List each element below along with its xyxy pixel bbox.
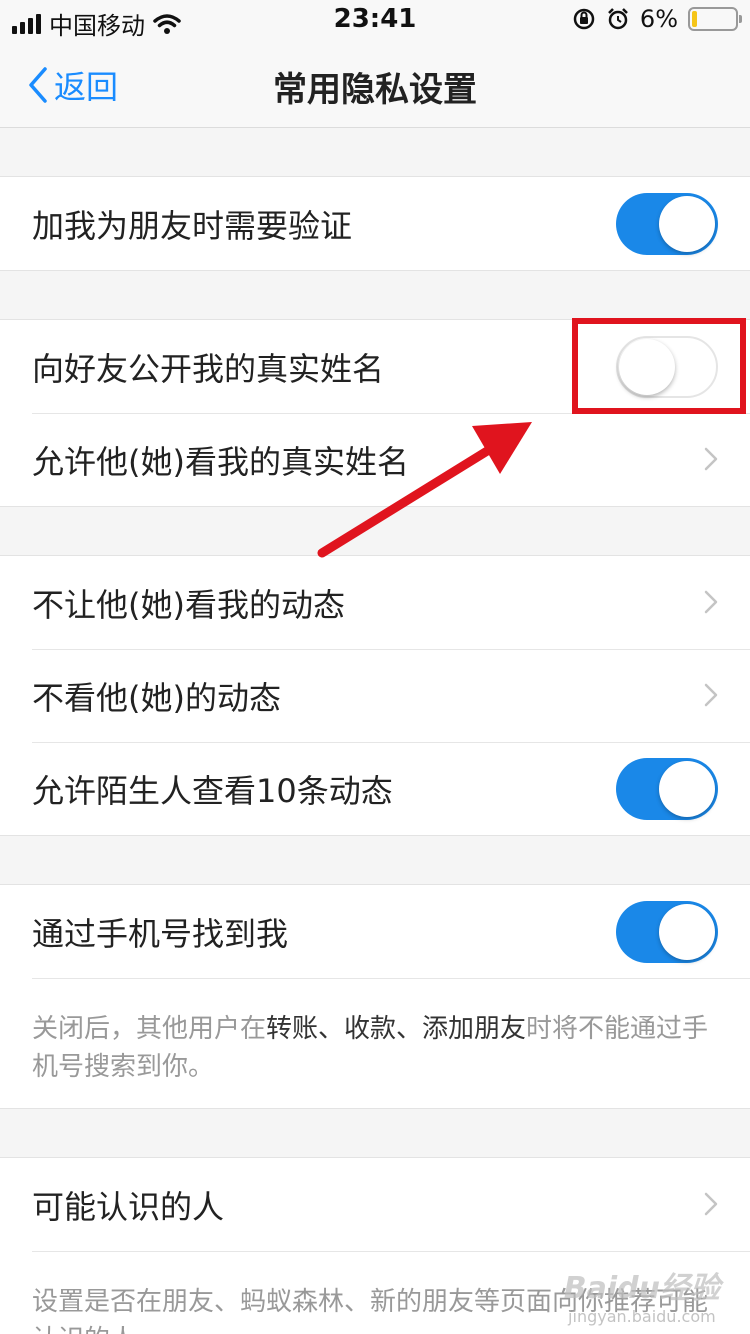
watermark-url: jingyan.baidu.com [568, 1307, 716, 1326]
watermark: Baidu经验 jingyan.baidu.com [564, 1263, 720, 1326]
annotation-arrow [317, 422, 532, 558]
watermark-logo: Baidu经验 [563, 1271, 720, 1306]
